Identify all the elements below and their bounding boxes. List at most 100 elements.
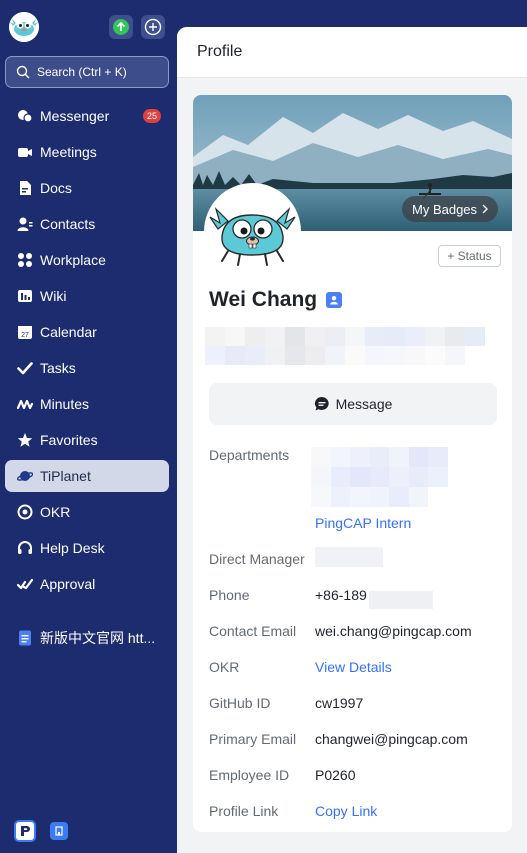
message-button[interactable]: Message — [209, 383, 497, 425]
page-title: Profile — [197, 43, 243, 60]
chat-bubble-icon — [314, 396, 329, 411]
sidebar-item-label: Calendar — [40, 324, 97, 340]
sidebar-item-tasks[interactable]: Tasks — [0, 350, 177, 386]
sidebar-nav: Messenger 25 Meetings Docs Contacts Work… — [0, 98, 177, 602]
employee-id-value: P0260 — [315, 767, 356, 783]
departments-label: Departments — [209, 447, 290, 463]
profile-card: My Badges + Status Wei Chang Message Dep… — [193, 95, 512, 832]
docs-icon — [16, 179, 34, 197]
app-logo-icon — [21, 826, 30, 836]
okr-icon — [16, 503, 34, 521]
sidebar-item-label: Wiki — [40, 288, 67, 304]
phone-label: Phone — [209, 587, 250, 603]
sidebar-item-okr[interactable]: OKR — [0, 494, 177, 530]
sidebar-item-label: OKR — [40, 504, 71, 520]
sidebar-item-calendar[interactable]: 27 Calendar — [0, 314, 177, 350]
gopher-crab-avatar-icon — [206, 185, 299, 278]
calendar-day-text: 27 — [21, 332, 29, 339]
copy-link-button[interactable]: Copy Link — [315, 803, 377, 819]
messenger-icon — [16, 107, 34, 125]
redacted-signature — [205, 327, 485, 365]
calendar-icon: 27 — [16, 323, 34, 341]
sidebar: Search (Ctrl + K) Messenger 25 Meetings … — [0, 0, 177, 853]
status-button[interactable]: + Status — [438, 245, 501, 267]
wiki-icon — [16, 287, 34, 305]
sidebar-item-label: Contacts — [40, 216, 96, 232]
arrow-up-icon — [113, 19, 129, 35]
primary-email-value[interactable]: changwei@pingcap.com — [315, 731, 468, 747]
department-link[interactable]: PingCAP Intern — [315, 515, 411, 531]
upgrade-button[interactable] — [109, 15, 133, 39]
phone-value: +86-189 — [315, 587, 367, 603]
profile-name-row: Wei Chang — [209, 288, 343, 312]
contacts-icon — [16, 215, 34, 233]
github-id-label: GitHub ID — [209, 695, 271, 711]
contact-email-value[interactable]: wei.chang@pingcap.com — [315, 623, 472, 639]
status-button-label: + Status — [447, 249, 492, 263]
pinned-document-label: 新版中文官网 htt... — [40, 630, 156, 646]
sidebar-item-label: Meetings — [40, 144, 97, 160]
plus-circle-icon — [144, 18, 162, 36]
workspace-button[interactable] — [50, 822, 68, 840]
message-button-label: Message — [335, 396, 393, 412]
sidebar-item-help-desk[interactable]: Help Desk — [0, 530, 177, 566]
gopher-mascot-icon — [9, 12, 39, 42]
sidebar-item-label: Minutes — [40, 396, 90, 412]
sidebar-item-label: Workplace — [40, 252, 106, 268]
sidebar-item-favorites[interactable]: Favorites — [0, 422, 177, 458]
sidebar-item-docs[interactable]: Docs — [0, 170, 177, 206]
my-badges-label: My Badges — [412, 201, 478, 217]
sidebar-item-meetings[interactable]: Meetings — [0, 134, 177, 170]
building-icon — [55, 826, 63, 836]
app-switcher-button[interactable] — [14, 820, 36, 842]
github-id-value: cw1997 — [315, 695, 364, 711]
sidebar-item-label: Approval — [40, 576, 96, 592]
star-icon — [16, 431, 34, 449]
search-icon — [16, 65, 30, 79]
user-avatar[interactable] — [9, 12, 39, 42]
video-camera-icon — [16, 143, 34, 161]
sidebar-item-approval[interactable]: Approval — [0, 566, 177, 602]
planet-icon — [16, 467, 34, 485]
panel-header: Profile — [177, 27, 527, 78]
primary-email-label: Primary Email — [209, 731, 297, 747]
sidebar-item-label: Favorites — [40, 432, 98, 448]
profile-panel: Profile My Badges + Status Wei Chang Mes… — [177, 27, 527, 853]
minutes-icon — [16, 395, 34, 413]
headset-icon — [16, 539, 34, 557]
sidebar-item-label: Help Desk — [40, 540, 105, 556]
document-icon — [16, 629, 34, 647]
redacted-manager-name — [315, 547, 383, 567]
sidebar-item-messenger[interactable]: Messenger 25 — [0, 98, 177, 134]
verified-person-icon — [326, 292, 343, 308]
sidebar-item-label: TiPlanet — [40, 468, 91, 484]
sidebar-item-minutes[interactable]: Minutes — [0, 386, 177, 422]
my-badges-button[interactable]: My Badges — [402, 196, 499, 222]
approval-icon — [16, 575, 34, 593]
unread-count-badge: 25 — [143, 109, 162, 123]
workplace-grid-icon — [16, 251, 34, 269]
sidebar-item-label: Tasks — [40, 360, 76, 376]
sidebar-item-wiki[interactable]: Wiki — [0, 278, 177, 314]
sidebar-item-tiplanet[interactable]: TiPlanet — [0, 458, 177, 494]
sidebar-item-label: Docs — [40, 180, 72, 196]
search-label: Search (Ctrl + K) — [37, 65, 127, 79]
okr-label: OKR — [209, 659, 240, 675]
profile-name: Wei Chang — [209, 288, 318, 311]
redacted-department-path — [311, 447, 467, 507]
add-button[interactable] — [141, 15, 165, 39]
employee-id-label: Employee ID — [209, 767, 290, 783]
contact-email-label: Contact Email — [209, 623, 297, 639]
sidebar-item-label: Messenger — [40, 108, 110, 124]
profile-link-label: Profile Link — [209, 803, 279, 819]
chevron-right-icon — [482, 204, 489, 214]
direct-manager-label: Direct Manager — [209, 551, 305, 567]
profile-avatar[interactable] — [204, 183, 301, 280]
sidebar-item-workplace[interactable]: Workplace — [0, 242, 177, 278]
pinned-document-link[interactable]: 新版中文官网 htt... — [0, 620, 177, 656]
check-icon — [16, 359, 34, 377]
search-bar[interactable]: Search (Ctrl + K) — [5, 56, 169, 88]
okr-view-details-link[interactable]: View Details — [315, 659, 392, 675]
sidebar-item-contacts[interactable]: Contacts — [0, 206, 177, 242]
redacted-phone-digits — [369, 591, 433, 609]
